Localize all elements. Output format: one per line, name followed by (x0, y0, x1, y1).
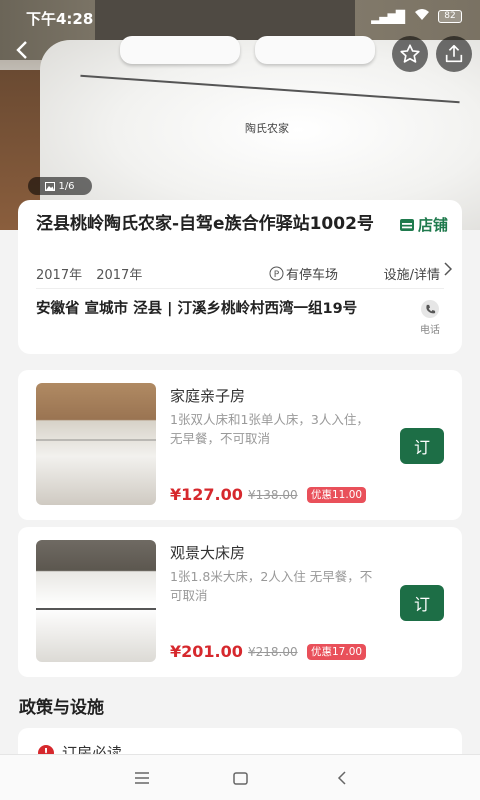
room-thumbnail[interactable] (36, 383, 156, 505)
parking-label: 有停车场 (286, 268, 339, 283)
menu-icon (135, 772, 149, 784)
room-card[interactable]: 家庭亲子房 1张双人床和1张单人床，3人入住，无早餐，不可取消 ¥127.00 … (18, 370, 462, 520)
chevron-right-icon (444, 262, 453, 280)
share-icon (445, 44, 463, 63)
room-price: ¥201.00 (170, 642, 243, 661)
discount-badge: 优惠11.00 (307, 487, 367, 503)
policy-section-title: 政策与设施 (19, 698, 104, 718)
image-icon (45, 181, 56, 191)
status-bar: 下午4:28 ▂▄▆█ 82 (0, 0, 480, 34)
room-price: ¥127.00 (170, 485, 243, 504)
photo-counter-text: 1/6 (58, 180, 75, 192)
parking-icon: P (269, 266, 284, 281)
parking-info: P 有停车场 (269, 264, 338, 283)
system-nav-bar (0, 754, 480, 800)
hotel-years: 2017年 2017年 (36, 264, 152, 283)
status-time: 下午4:28 (26, 10, 94, 28)
room-description: 1张双人床和1张单人床，3人入住，无早餐，不可取消 (170, 412, 369, 446)
store-icon (399, 218, 414, 231)
favorite-button[interactable] (392, 36, 428, 72)
nav-back-button[interactable] (330, 767, 354, 789)
hotel-name: 泾县桃岭陶氏农家-自驾e族合作驿站1002号 (36, 214, 374, 234)
phone-icon (421, 300, 439, 318)
discount-badge: 优惠17.00 (307, 644, 367, 660)
home-square-icon (232, 771, 248, 785)
wifi-icon (414, 8, 430, 25)
book-button[interactable]: 订 (400, 585, 444, 621)
store-button[interactable]: 店铺 (399, 214, 448, 235)
home-button[interactable] (228, 767, 252, 789)
room-original-price: ¥218.00 (248, 645, 298, 659)
phone-label: 电话 (420, 325, 440, 336)
photo-pillow (120, 36, 240, 64)
share-button[interactable] (436, 36, 472, 72)
book-button[interactable]: 订 (400, 428, 444, 464)
hotel-address[interactable]: 安徽省 宣城市 泾县 | 汀溪乡桃岭村西湾一组19号 (36, 298, 396, 321)
divider (36, 288, 444, 289)
opening-year: 2017年 (36, 268, 83, 283)
battery-icon: 82 (438, 10, 462, 23)
hotel-info-card: 泾县桃岭陶氏农家-自驾e族合作驿站1002号 店铺 2017年 2017年 P … (18, 200, 462, 354)
star-icon (400, 44, 420, 63)
room-thumbnail[interactable] (36, 540, 156, 662)
room-name: 观景大床房 (170, 544, 246, 562)
signal-icon: ▂▄▆█ (371, 10, 405, 24)
room-card[interactable]: 观景大床房 1张1.8米大床，2人入住 无早餐，不可取消 ¥201.00 ¥21… (18, 527, 462, 677)
thumbnail-detail (36, 439, 156, 441)
room-name: 家庭亲子房 (170, 387, 246, 405)
svg-text:P: P (274, 270, 280, 280)
hotel-photo[interactable]: 陶氏农家 (0, 0, 480, 230)
renovation-year: 2017年 (96, 268, 143, 283)
menu-button[interactable] (130, 767, 154, 789)
room-original-price: ¥138.00 (248, 488, 298, 502)
phone-button[interactable]: 电话 (412, 300, 448, 336)
room-description: 1张1.8米大床，2人入住 无早餐，不可取消 (170, 569, 373, 603)
thumbnail-detail (36, 608, 156, 610)
photo-bed-embroidery: 陶氏农家 (245, 122, 289, 135)
back-icon (337, 771, 346, 785)
chevron-left-icon (16, 41, 27, 59)
photo-counter: 1/6 (28, 177, 92, 195)
store-label: 店铺 (417, 216, 448, 234)
back-button[interactable] (12, 38, 40, 68)
facilities-link[interactable]: 设施/详情 (384, 264, 440, 283)
photo-pillow (255, 36, 375, 64)
